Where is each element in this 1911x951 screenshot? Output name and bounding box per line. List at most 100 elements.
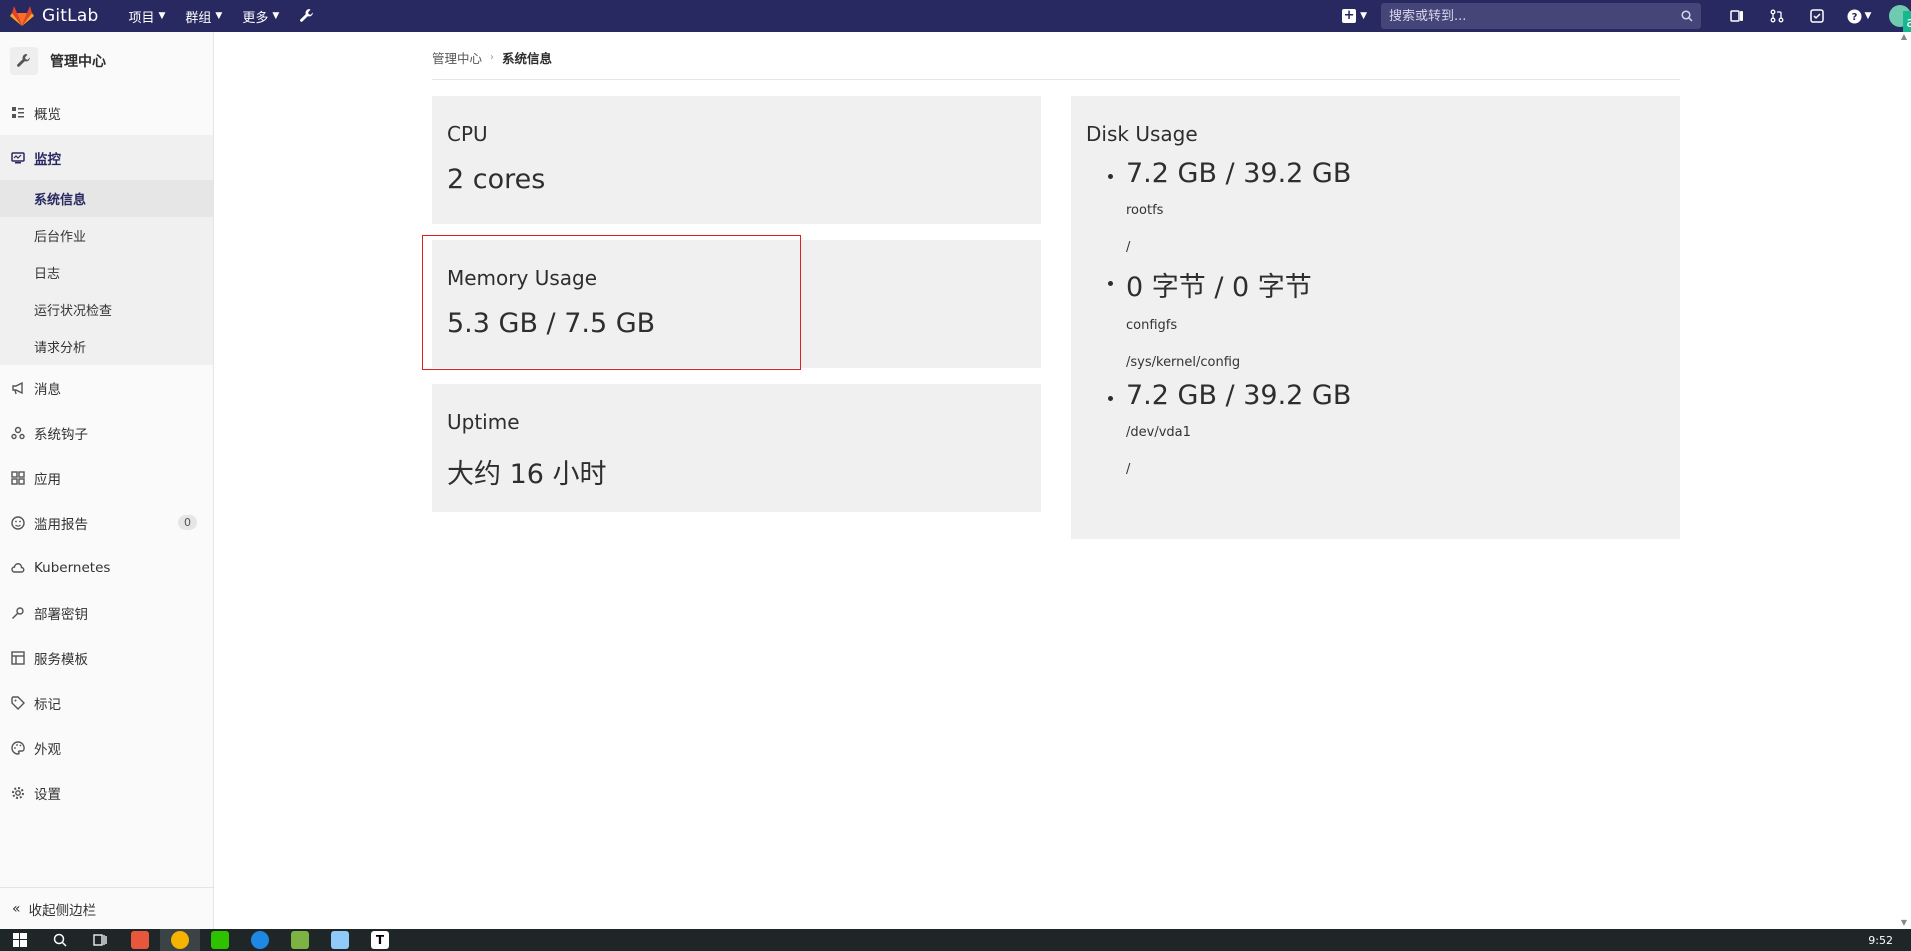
help-icon[interactable]: ? ▼ <box>1837 9 1881 24</box>
bullet-icon <box>1108 174 1113 179</box>
sidebar-item-monitoring[interactable]: 监控 <box>0 135 213 180</box>
hook-icon <box>10 425 26 441</box>
more-menu-label: 更多 <box>242 10 269 26</box>
submenu-background-jobs[interactable]: 后台作业 <box>0 217 213 254</box>
sidebar-item-overview[interactable]: 概览 <box>0 90 213 135</box>
collapse-sidebar-button[interactable]: « 收起侧边栏 <box>0 887 213 929</box>
abuse-count-badge: 0 <box>178 515 197 530</box>
wechat-icon[interactable] <box>200 929 240 951</box>
submenu-health-check[interactable]: 运行状况检查 <box>0 291 213 328</box>
sidebar-item-messages[interactable]: 消息 <box>0 365 213 410</box>
groups-menu[interactable]: 群组 ▼ <box>175 0 232 32</box>
sidebar-item-labels[interactable]: 标记 <box>0 680 213 725</box>
search-icon <box>1681 10 1693 22</box>
disk-entry: 7.2 GB / 39.2 GB /dev/vda1 / <box>1086 380 1665 477</box>
uptime-value: 大约 16 小时 <box>447 459 607 490</box>
double-chevron-left-icon: « <box>12 900 21 917</box>
gear-icon <box>10 785 26 801</box>
search-box[interactable] <box>1381 3 1701 29</box>
file-manager-icon[interactable] <box>280 929 320 951</box>
scroll-down-arrow-icon[interactable]: ▼ <box>1897 918 1911 927</box>
chevron-down-icon: ▼ <box>1360 11 1367 21</box>
search-input[interactable] <box>1389 8 1681 24</box>
sidebar-item-label: 监控 <box>34 151 61 168</box>
chevron-right-icon: › <box>490 52 495 63</box>
chevron-down-icon: ▼ <box>158 11 166 21</box>
new-dropdown[interactable]: + ▼ <box>1342 9 1367 23</box>
taskbar-app-icon[interactable] <box>120 929 160 951</box>
merge-request-icon[interactable] <box>1757 9 1797 23</box>
disk-size: 0 字节 / 0 字节 <box>1126 272 1312 303</box>
sidebar: 管理中心 概览 监控 系统信息 后台作业 日志 运行状况检查 请求分析 消息 系… <box>0 32 214 929</box>
editor-icon[interactable] <box>320 929 360 951</box>
sidebar-item-service-templates[interactable]: 服务模板 <box>0 635 213 680</box>
palette-icon <box>10 740 26 756</box>
admin-wrench-icon[interactable] <box>289 8 325 24</box>
disk-card: Disk Usage 7.2 GB / 39.2 GB rootfs / 0 字… <box>1071 96 1680 539</box>
sidebar-item-kubernetes[interactable]: Kubernetes <box>0 545 213 590</box>
bullet-icon <box>1108 281 1113 286</box>
cloud-icon <box>10 560 26 576</box>
disk-entry: 7.2 GB / 39.2 GB rootfs / <box>1086 158 1665 255</box>
plus-icon: + <box>1342 8 1357 23</box>
page-scrollbar[interactable]: ▲ ▼ <box>1897 32 1911 929</box>
submenu-label: 运行状况检查 <box>34 304 113 319</box>
disk-size: 7.2 GB / 39.2 GB <box>1126 380 1352 411</box>
sidebar-item-deploy-keys[interactable]: 部署密钥 <box>0 590 213 635</box>
breadcrumb-current[interactable]: 系统信息 <box>502 48 552 67</box>
svg-text:?: ? <box>1851 12 1857 23</box>
label-icon <box>10 695 26 711</box>
submenu-logs[interactable]: 日志 <box>0 254 213 291</box>
taskbar-clock: 9:52 <box>1868 933 1893 947</box>
sidebar-item-applications[interactable]: 应用 <box>0 455 213 500</box>
submenu-system-info[interactable]: 系统信息 <box>0 180 213 217</box>
uptime-title: Uptime <box>447 410 520 434</box>
sidebar-item-abuse-reports[interactable]: 滥用报告 0 <box>0 500 213 545</box>
task-view-icon[interactable] <box>80 929 120 951</box>
more-menu[interactable]: 更多 ▼ <box>232 0 289 32</box>
issues-icon[interactable] <box>1717 9 1757 23</box>
windows-start-icon[interactable] <box>0 929 40 951</box>
submenu-request-profiles[interactable]: 请求分析 <box>0 328 213 365</box>
os-taskbar: T 9:52 <box>0 929 1911 951</box>
submenu-label: 后台作业 <box>34 230 87 245</box>
cpu-value: 2 cores <box>447 164 546 195</box>
sidebar-item-system-hooks[interactable]: 系统钩子 <box>0 410 213 455</box>
sidebar-item-label: 应用 <box>34 471 61 488</box>
sidebar-item-settings[interactable]: 设置 <box>0 770 213 815</box>
chevron-down-icon: ▼ <box>215 11 223 21</box>
user-avatar[interactable]: ae <box>1889 5 1911 35</box>
projects-menu-label: 项目 <box>128 10 155 26</box>
cpu-card: CPU 2 cores <box>432 96 1041 224</box>
projects-menu[interactable]: 项目 ▼ <box>118 0 175 32</box>
sidebar-item-label: 系统钩子 <box>34 426 88 443</box>
apps-icon <box>10 470 26 486</box>
sidebar-item-label: 服务模板 <box>34 651 88 668</box>
top-navbar: GitLab 项目▼ 群组▼ 更多▼ +▼ ? ▼ ae <box>0 0 1911 35</box>
sidebar-item-label: 滥用报告 <box>34 516 88 533</box>
megaphone-icon <box>10 380 26 396</box>
disk-device: rootfs <box>1126 203 1164 218</box>
sidebar-item-appearance[interactable]: 外观 <box>0 725 213 770</box>
sidebar-item-label: Kubernetes <box>34 559 111 576</box>
todo-icon[interactable] <box>1797 9 1837 23</box>
chrome-icon[interactable] <box>160 929 200 951</box>
scroll-up-arrow-icon[interactable]: ▲ <box>1897 32 1911 41</box>
sidebar-item-label: 消息 <box>34 381 61 398</box>
typora-icon[interactable]: T <box>360 929 400 951</box>
disk-size: 7.2 GB / 39.2 GB <box>1126 158 1352 189</box>
messenger-icon[interactable] <box>240 929 280 951</box>
disk-device: configfs <box>1126 318 1178 333</box>
taskbar-search-icon[interactable] <box>40 929 80 951</box>
groups-menu-label: 群组 <box>185 10 212 26</box>
disk-entry: 0 字节 / 0 字节 configfs /sys/kernel/config <box>1086 265 1665 370</box>
monitor-icon <box>10 150 26 166</box>
collapse-sidebar-label: 收起侧边栏 <box>28 902 97 919</box>
breadcrumb-parent-link[interactable]: 管理中心 <box>432 48 482 67</box>
sidebar-item-label: 部署密钥 <box>34 606 88 623</box>
bullet-icon <box>1108 396 1113 401</box>
chevron-down-icon: ▼ <box>1864 11 1872 21</box>
gitlab-logo[interactable]: GitLab <box>10 5 98 27</box>
disk-device: /dev/vda1 <box>1126 425 1191 440</box>
sidebar-header[interactable]: 管理中心 <box>0 32 213 90</box>
